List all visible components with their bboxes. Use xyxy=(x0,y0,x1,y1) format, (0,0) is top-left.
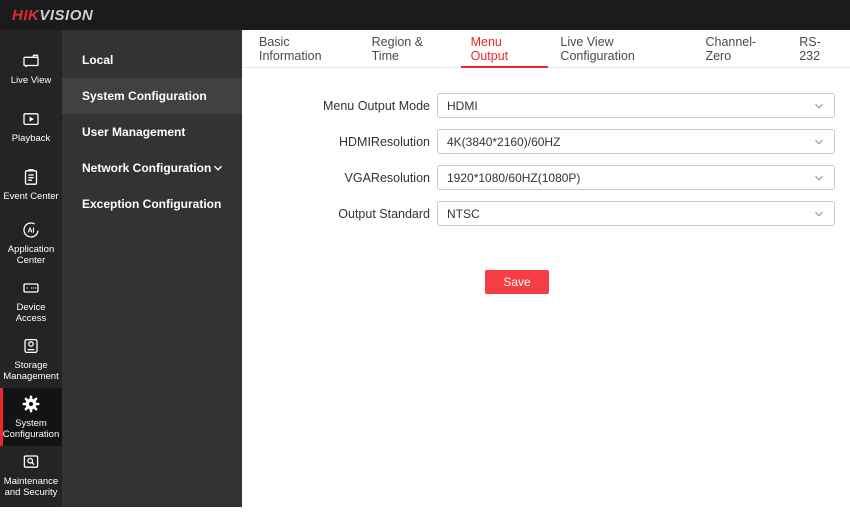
submenu-item-label: Network Configuration xyxy=(82,161,212,175)
main-content: Basic Information Region & Time Menu Out… xyxy=(242,30,850,513)
tab-label: Channel-Zero xyxy=(705,34,757,63)
submenu-item-label: Exception Configuration xyxy=(82,197,222,211)
submenu-item-label: User Management xyxy=(82,125,186,139)
output-standard-select[interactable]: NTSC xyxy=(437,201,835,226)
form-row: VGAResolution 1920*1080/60HZ(1080P) xyxy=(242,165,850,190)
menu-output-form: Menu Output Mode HDMI HDMIResolution 4K(… xyxy=(242,68,850,294)
sidebar-item-application-center[interactable]: AI Application Center xyxy=(0,214,62,272)
tab-menu-output[interactable]: Menu Output xyxy=(460,30,549,68)
sidebar-item-label: Maintenance and Security xyxy=(3,475,59,499)
tab-basic-information[interactable]: Basic Information xyxy=(249,30,360,67)
submenu-item-label: Local xyxy=(82,53,114,67)
svg-text:AI: AI xyxy=(28,227,35,234)
select-value: 1920*1080/60HZ(1080P) xyxy=(447,170,581,185)
sidebar-item-label: Application Center xyxy=(7,243,55,267)
sidebar-item-label: Device Access xyxy=(15,301,47,325)
submenu-item-user-management[interactable]: User Management xyxy=(62,114,242,150)
sidebar-item-live-view[interactable]: Live View xyxy=(0,40,62,98)
logo-hik-text: HIK xyxy=(12,6,40,24)
application-center-icon: AI xyxy=(23,221,39,238)
select-value: HDMI xyxy=(447,98,478,113)
form-row: Menu Output Mode HDMI xyxy=(242,93,850,118)
primary-sidebar: Live View Playback Event Center AI Appli… xyxy=(0,30,62,507)
submenu-item-local[interactable]: Local xyxy=(62,42,242,78)
playback-icon xyxy=(23,113,39,126)
form-row: Output Standard NTSC xyxy=(242,201,850,226)
tab-label: Region & Time xyxy=(371,34,424,63)
form-row: HDMIResolution 4K(3840*2160)/60HZ xyxy=(242,129,850,154)
sidebar-item-label: Storage Management xyxy=(3,359,59,383)
chevron-down-icon xyxy=(213,165,223,171)
tab-region-time[interactable]: Region & Time xyxy=(362,30,459,67)
sidebar-item-label: System Configuration xyxy=(2,417,60,441)
sidebar-item-storage-management[interactable]: Storage Management xyxy=(0,330,62,388)
secondary-sidebar: Local System Configuration User Manageme… xyxy=(62,30,242,507)
save-button[interactable]: Save xyxy=(485,270,549,294)
tab-live-view-configuration[interactable]: Live View Configuration xyxy=(550,30,693,67)
chevron-down-icon xyxy=(815,175,823,181)
select-value: 4K(3840*2160)/60HZ xyxy=(447,134,561,149)
gear-icon xyxy=(22,395,40,412)
field-label: HDMIResolution xyxy=(338,134,430,149)
sidebar-item-playback[interactable]: Playback xyxy=(0,98,62,156)
hdmi-resolution-select[interactable]: 4K(3840*2160)/60HZ xyxy=(437,129,835,154)
event-center-icon xyxy=(24,169,38,186)
tab-bar: Basic Information Region & Time Menu Out… xyxy=(242,30,850,68)
chevron-down-icon xyxy=(815,103,823,109)
logo-vision-text: VISION xyxy=(39,6,94,24)
select-value: NTSC xyxy=(447,206,480,221)
field-label: Output Standard xyxy=(338,206,430,221)
sidebar-item-label: Playback xyxy=(11,133,51,145)
hikvision-logo: HIKVISION xyxy=(12,7,93,24)
submenu-item-network-configuration[interactable]: Network Configuration xyxy=(62,150,242,186)
sidebar-item-event-center[interactable]: Event Center xyxy=(0,156,62,214)
chevron-down-icon xyxy=(815,211,823,217)
tab-label: Live View Configuration xyxy=(560,34,635,63)
hikvision-web-app: HIKVISION Live View Playback Event Cente… xyxy=(0,0,850,513)
storage-management-icon xyxy=(24,338,38,353)
chevron-down-icon xyxy=(815,139,823,145)
sidebar-item-label: Live View xyxy=(10,75,52,87)
submenu-item-system-configuration[interactable]: System Configuration xyxy=(62,78,242,114)
menu-output-mode-select[interactable]: HDMI xyxy=(437,93,835,118)
device-access-icon xyxy=(23,282,39,293)
tab-label: Basic Information xyxy=(259,34,322,63)
top-bar: HIKVISION xyxy=(0,0,850,30)
tab-channel-zero[interactable]: Channel-Zero xyxy=(695,30,787,67)
submenu-item-exception-configuration[interactable]: Exception Configuration xyxy=(62,186,242,222)
tab-label: RS-232 xyxy=(799,34,821,63)
maintenance-security-icon xyxy=(23,454,39,468)
live-view-icon xyxy=(23,54,39,68)
submenu-item-label: System Configuration xyxy=(82,89,207,103)
sidebar-item-maintenance-and-security[interactable]: Maintenance and Security xyxy=(0,446,62,504)
tab-label: Menu Output xyxy=(470,34,509,63)
field-label: Menu Output Mode xyxy=(322,98,430,113)
vga-resolution-select[interactable]: 1920*1080/60HZ(1080P) xyxy=(437,165,835,190)
tab-rs-232[interactable]: RS-232 xyxy=(789,30,849,67)
field-label: VGAResolution xyxy=(344,170,430,185)
sidebar-item-label: Event Center xyxy=(3,191,59,203)
sidebar-item-system-configuration[interactable]: System Configuration xyxy=(0,388,62,446)
sidebar-item-device-access[interactable]: Device Access xyxy=(0,272,62,330)
